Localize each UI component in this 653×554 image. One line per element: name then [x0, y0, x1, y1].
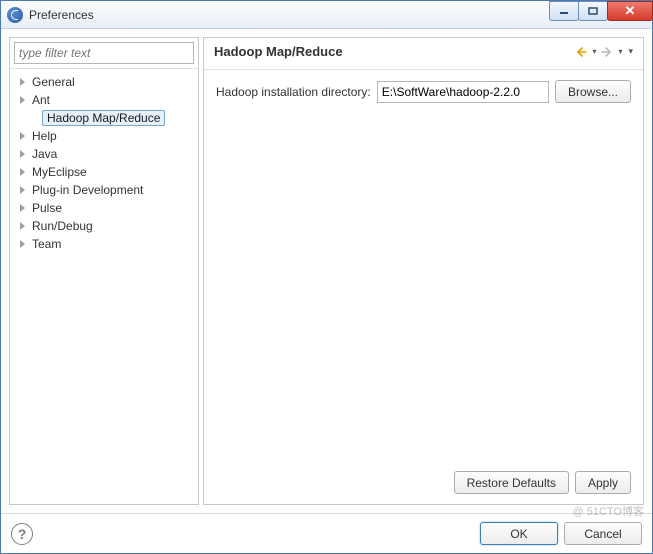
tree-item-pulse[interactable]: Pulse [12, 199, 196, 217]
tree-item-label: Ant [32, 93, 50, 107]
browse-button[interactable]: Browse... [555, 80, 631, 103]
close-button[interactable]: ✕ [607, 1, 653, 21]
footer-buttons: OK Cancel [480, 522, 642, 545]
forward-button[interactable] [600, 45, 614, 59]
help-icon: ? [18, 526, 27, 542]
tree-item-hadoop-map-reduce[interactable]: Hadoop Map/Reduce [12, 109, 196, 127]
tree-item-label: Team [32, 237, 61, 251]
install-dir-label: Hadoop installation directory: [216, 85, 371, 99]
category-tree[interactable]: General Ant Hadoop Map/Reduce Help Java MyEcl… [10, 69, 198, 504]
install-dir-row: Hadoop installation directory: Browse... [216, 80, 631, 103]
tree-item-label: Help [32, 129, 57, 143]
body: General Ant Hadoop Map/Reduce Help Java MyEcl… [1, 29, 652, 513]
expander-icon[interactable] [18, 77, 28, 87]
tree-item-label: MyEclipse [32, 165, 87, 179]
expander-icon[interactable] [18, 239, 28, 249]
apply-button[interactable]: Apply [575, 471, 631, 494]
expander-icon[interactable] [18, 149, 28, 159]
tree-item-plug-in-development[interactable]: Plug-in Development [12, 181, 196, 199]
help-button[interactable]: ? [11, 523, 33, 545]
tree-item-java[interactable]: Java [12, 145, 196, 163]
ok-button[interactable]: OK [480, 522, 558, 545]
minimize-icon [559, 7, 569, 15]
maximize-icon [588, 7, 598, 15]
tree-item-general[interactable]: General [12, 73, 196, 91]
close-icon: ✕ [625, 3, 636, 19]
expander-icon[interactable] [18, 95, 28, 105]
page-title: Hadoop Map/Reduce [214, 44, 343, 59]
forward-dropdown[interactable]: ▾ [616, 47, 624, 56]
arrow-left-icon [575, 46, 587, 58]
view-menu[interactable]: ▾ [626, 46, 635, 57]
back-button[interactable] [574, 45, 588, 59]
expander-icon[interactable] [18, 131, 28, 141]
window-controls: ✕ [549, 1, 652, 21]
app-icon [7, 7, 23, 23]
expander-icon[interactable] [18, 221, 28, 231]
page-header: Hadoop Map/Reduce ▾ ▾ ▾ [204, 38, 643, 70]
filter-input[interactable] [14, 42, 194, 64]
tree-item-label: Hadoop Map/Reduce [42, 110, 165, 126]
titlebar: Preferences ✕ [1, 1, 652, 29]
preferences-window: Preferences ✕ General Ant Hadoop Map/Reduc… [0, 0, 653, 554]
category-tree-pane: General Ant Hadoop Map/Reduce Help Java MyEcl… [9, 37, 199, 505]
filter-wrap [10, 38, 198, 69]
tree-item-run-debug[interactable]: Run/Debug [12, 217, 196, 235]
dialog-footer: ? OK Cancel [1, 513, 652, 553]
tree-item-label: General [32, 75, 75, 89]
tree-item-help[interactable]: Help [12, 127, 196, 145]
page-nav: ▾ ▾ ▾ [574, 45, 635, 59]
expander-icon[interactable] [18, 203, 28, 213]
tree-item-label: Java [32, 147, 57, 161]
tree-item-label: Pulse [32, 201, 62, 215]
expander-icon[interactable] [18, 185, 28, 195]
tree-item-ant[interactable]: Ant [12, 91, 196, 109]
install-dir-input[interactable] [377, 81, 549, 103]
page-content: Hadoop installation directory: Browse...… [204, 70, 643, 504]
settings-pane: Hadoop Map/Reduce ▾ ▾ ▾ Hadoop installat… [203, 37, 644, 505]
expander-icon[interactable] [18, 167, 28, 177]
window-title: Preferences [29, 8, 94, 22]
cancel-button[interactable]: Cancel [564, 522, 642, 545]
restore-defaults-button[interactable]: Restore Defaults [454, 471, 569, 494]
tree-item-label: Run/Debug [32, 219, 93, 233]
page-button-row: Restore Defaults Apply [216, 463, 631, 494]
tree-item-myeclipse[interactable]: MyEclipse [12, 163, 196, 181]
back-dropdown[interactable]: ▾ [590, 47, 598, 56]
tree-item-label: Plug-in Development [32, 183, 143, 197]
arrow-right-icon [601, 46, 613, 58]
minimize-button[interactable] [549, 1, 579, 21]
maximize-button[interactable] [578, 1, 608, 21]
tree-item-team[interactable]: Team [12, 235, 196, 253]
